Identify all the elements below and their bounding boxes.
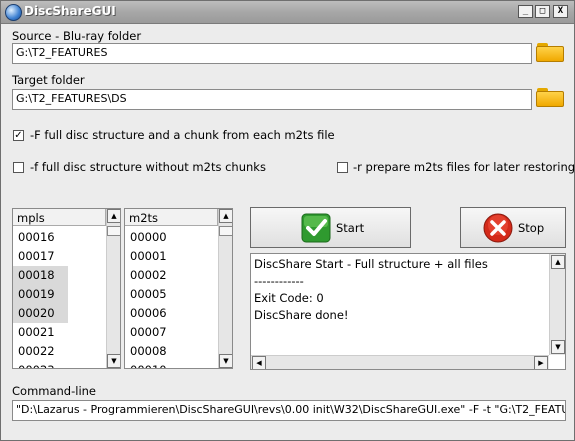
list-item[interactable]: 00007 xyxy=(125,323,218,342)
mpls-header[interactable]: mpls xyxy=(13,209,106,226)
log-line: DiscShare Start - Full structure + all f… xyxy=(254,257,488,271)
title-bar[interactable]: DiscShareGUI _ □ X xyxy=(1,1,574,24)
list-item[interactable]: 00005 xyxy=(125,285,218,304)
log-vertical-scrollbar[interactable]: ▲ ▼ xyxy=(549,254,565,355)
close-button[interactable]: X xyxy=(553,5,568,18)
m2ts-header[interactable]: m2ts xyxy=(125,209,218,226)
log-output[interactable]: DiscShare Start - Full structure + all f… xyxy=(250,253,566,370)
target-browse-button[interactable] xyxy=(536,87,564,107)
start-label: Start xyxy=(336,221,365,235)
option-F-label: -F full disc structure and a chunk from … xyxy=(30,128,335,142)
mpls-list[interactable]: mpls 00016 00017 00018 00019 00020 00021… xyxy=(12,208,121,369)
scroll-right-icon[interactable]: ▶ xyxy=(534,356,548,369)
source-label: Source - Blu-ray folder xyxy=(12,29,142,43)
list-item[interactable]: 00018 xyxy=(13,266,68,285)
list-item[interactable]: 00020 xyxy=(13,304,68,323)
app-globe-icon xyxy=(5,4,22,21)
scroll-down-icon[interactable]: ▼ xyxy=(107,354,120,368)
folder-icon xyxy=(536,46,564,62)
source-browse-button[interactable] xyxy=(536,42,564,62)
list-item[interactable]: 00002 xyxy=(125,266,218,285)
scroll-down-icon[interactable]: ▼ xyxy=(551,340,565,354)
list-item[interactable]: 00001 xyxy=(125,247,218,266)
command-line-input[interactable]: "D:\Lazarus - Programmieren\DiscShareGUI… xyxy=(12,400,566,421)
scroll-thumb[interactable] xyxy=(219,226,232,236)
scroll-up-icon[interactable]: ▲ xyxy=(219,209,232,223)
log-line: Exit Code: 0 xyxy=(254,291,324,305)
list-item[interactable]: 00022 xyxy=(13,342,106,361)
list-item[interactable]: 00017 xyxy=(13,247,106,266)
scroll-up-icon[interactable]: ▲ xyxy=(551,255,565,269)
list-item[interactable]: 00023 xyxy=(13,361,106,368)
stop-label: Stop xyxy=(518,221,545,235)
scroll-down-icon[interactable]: ▼ xyxy=(219,354,232,368)
source-folder-input[interactable]: G:\T2_FEATURES xyxy=(12,43,532,64)
folder-icon xyxy=(536,91,564,107)
window-title: DiscShareGUI xyxy=(24,4,116,18)
log-horizontal-scrollbar[interactable]: ◀ ▶ xyxy=(251,355,549,369)
log-line: ------------ xyxy=(254,274,304,288)
target-label: Target folder xyxy=(12,73,85,87)
option-r-checkbox[interactable] xyxy=(337,162,348,173)
stop-button[interactable]: Stop xyxy=(460,207,566,248)
option-r-label: -r prepare m2ts files for later restorin… xyxy=(353,160,575,174)
mpls-scrollbar[interactable]: ▲ ▼ xyxy=(106,209,120,368)
list-item[interactable]: 00006 xyxy=(125,304,218,323)
option-F-checkbox[interactable]: ✓ xyxy=(13,130,24,141)
check-icon xyxy=(301,213,331,243)
m2ts-list[interactable]: m2ts 00000 00001 00002 00005 00006 00007… xyxy=(124,208,233,369)
list-item[interactable]: 00008 xyxy=(125,342,218,361)
app-window: DiscShareGUI _ □ X Source - Blu-ray fold… xyxy=(0,0,575,441)
maximize-button[interactable]: □ xyxy=(535,5,550,18)
command-line-label: Command-line xyxy=(12,384,97,398)
target-folder-input[interactable]: G:\T2_FEATURES\DS xyxy=(12,89,532,110)
list-item[interactable]: 00010 xyxy=(125,361,218,368)
m2ts-scrollbar[interactable]: ▲ ▼ xyxy=(218,209,232,368)
list-item[interactable]: 00019 xyxy=(13,285,68,304)
minimize-button[interactable]: _ xyxy=(518,5,533,18)
scroll-up-icon[interactable]: ▲ xyxy=(107,209,120,223)
option-f-label: -f full disc structure without m2ts chun… xyxy=(30,160,266,174)
stop-x-icon xyxy=(483,213,513,243)
scroll-thumb[interactable] xyxy=(107,226,120,236)
list-item[interactable]: 00021 xyxy=(13,323,106,342)
scroll-left-icon[interactable]: ◀ xyxy=(252,356,266,369)
start-button[interactable]: Start xyxy=(250,207,411,248)
list-item[interactable]: 00016 xyxy=(13,228,106,247)
option-f-checkbox[interactable] xyxy=(13,162,24,173)
log-line: DiscShare done! xyxy=(254,308,349,322)
list-item[interactable]: 00000 xyxy=(125,228,218,247)
